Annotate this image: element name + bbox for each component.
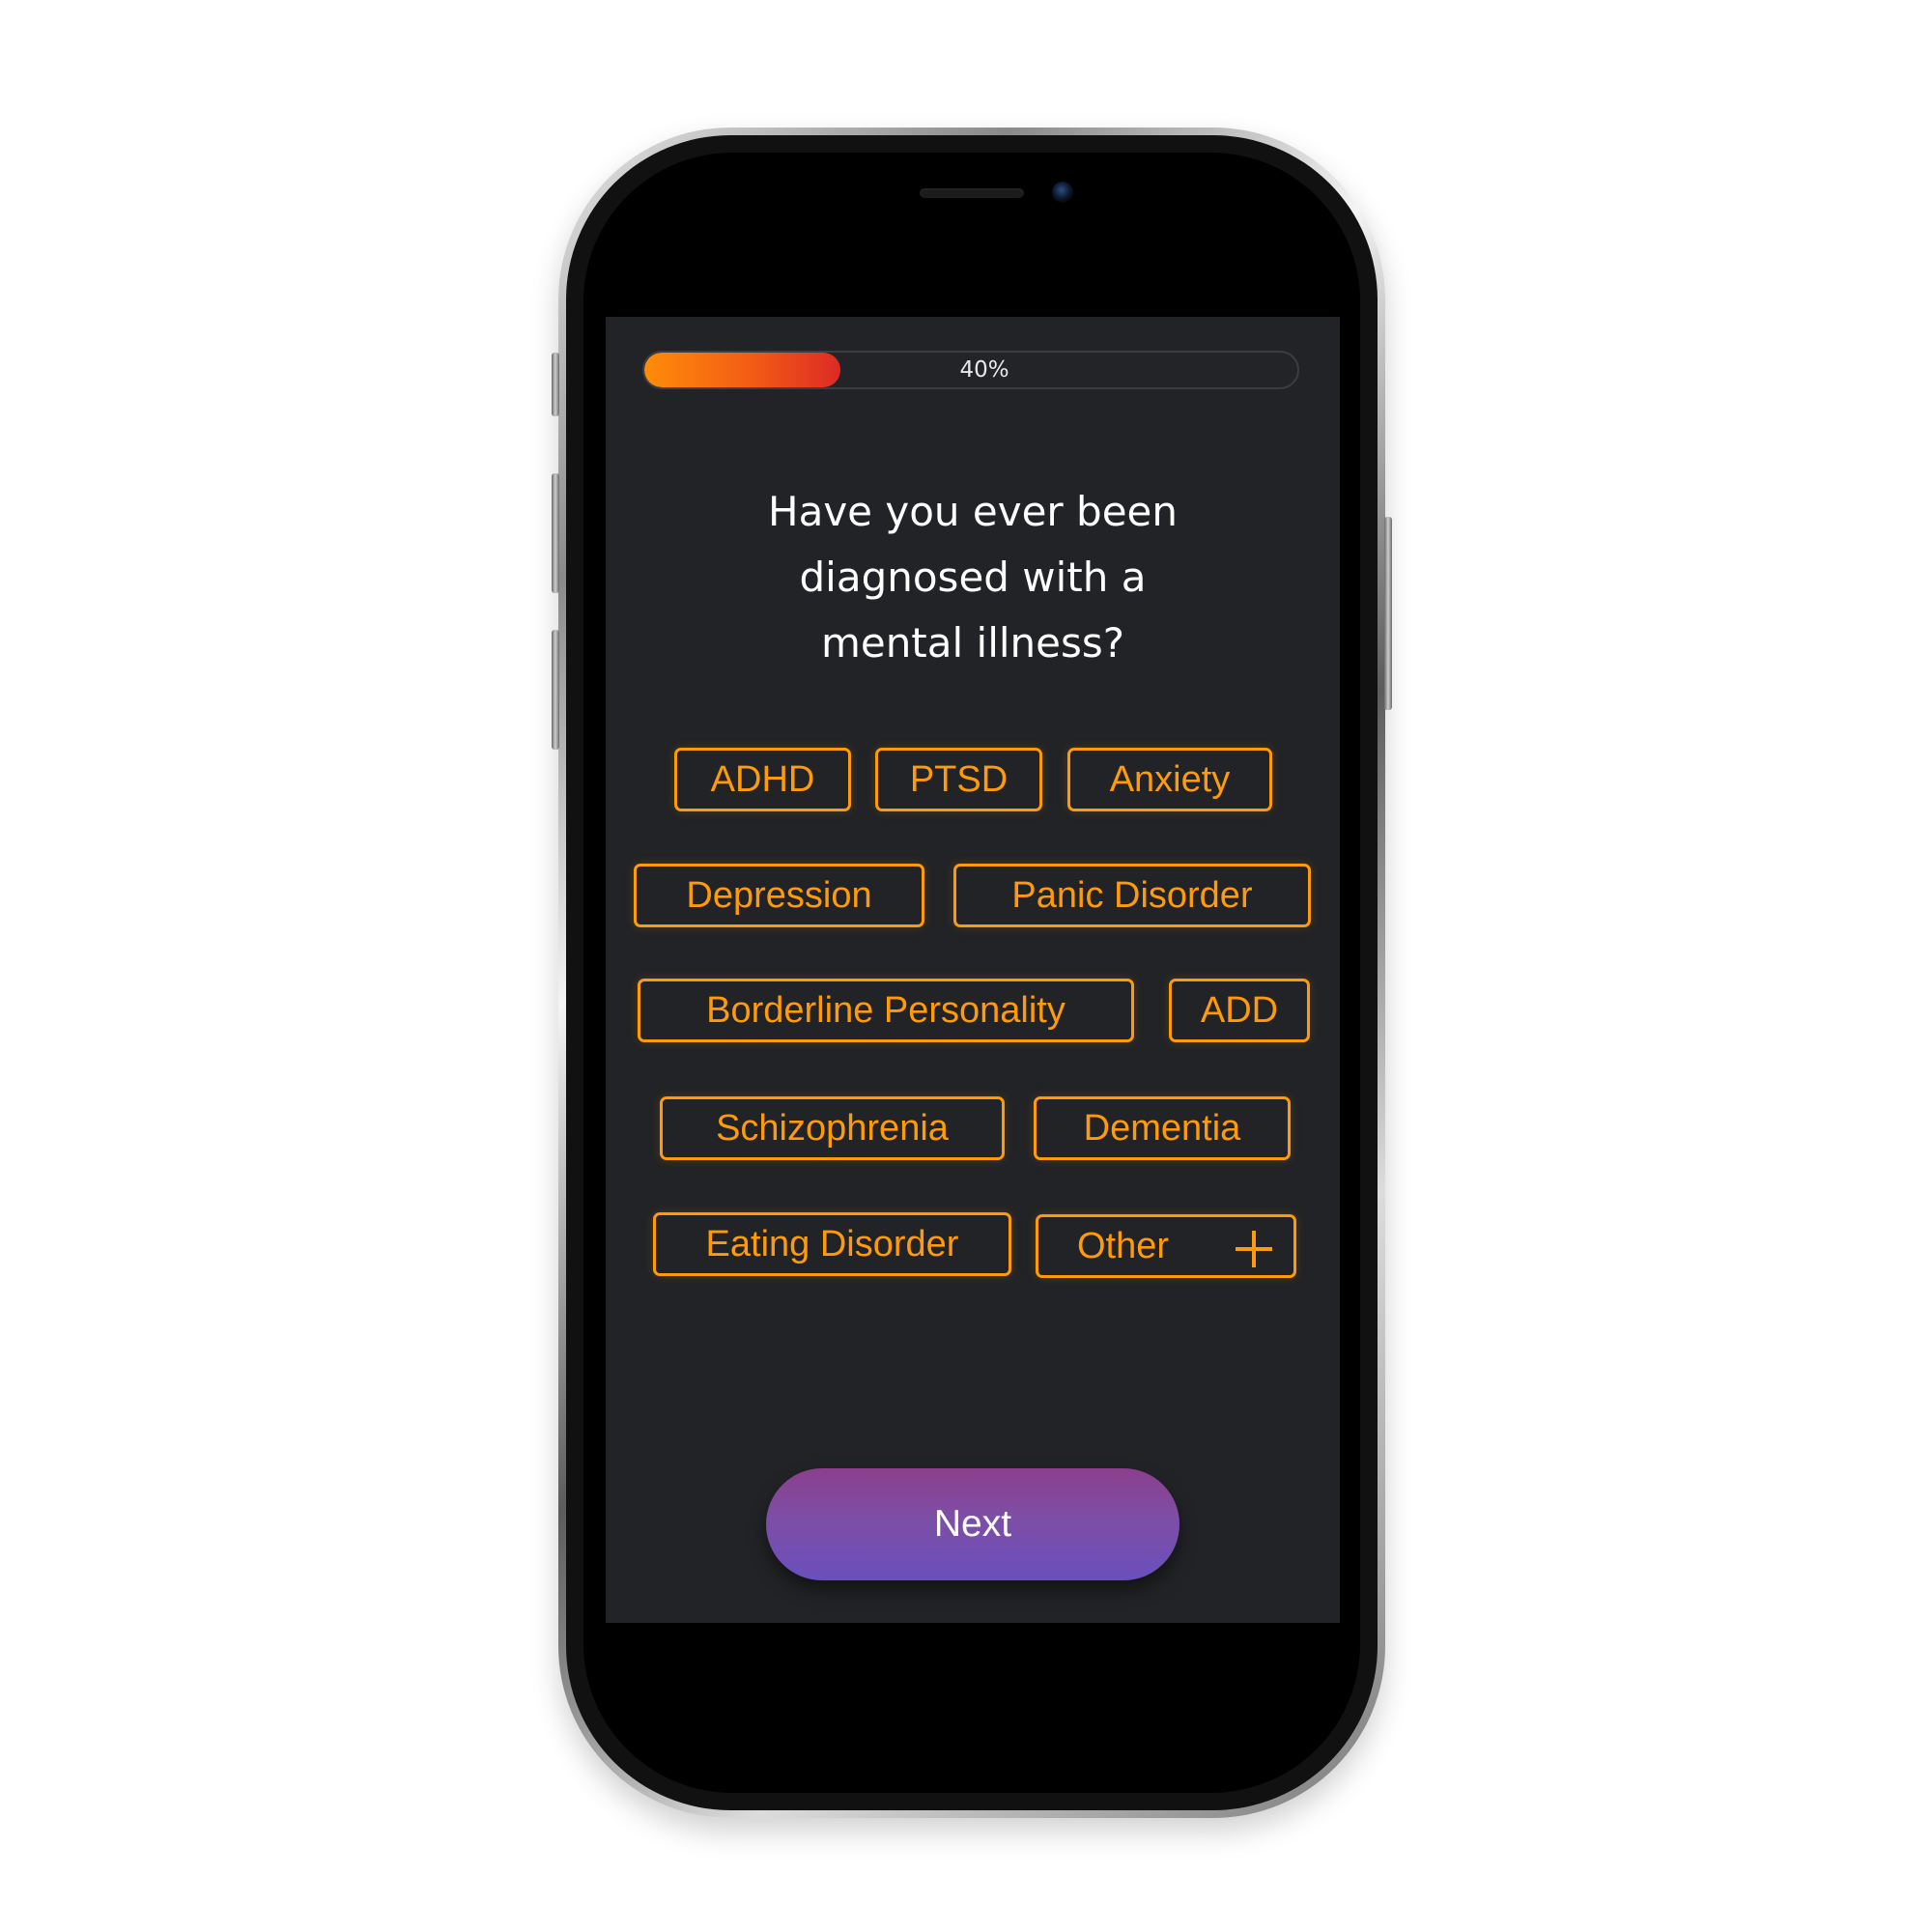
silent-switch: [552, 353, 559, 416]
question-line: Have you ever been: [768, 488, 1178, 535]
camera-icon: [1052, 182, 1073, 203]
option-adhd[interactable]: ADHD: [674, 748, 851, 811]
option-label: ADD: [1200, 990, 1279, 1031]
option-label: Anxiety: [1109, 759, 1231, 800]
option-eating-disorder[interactable]: Eating Disorder: [653, 1212, 1011, 1276]
option-dementia[interactable]: Dementia: [1034, 1096, 1291, 1160]
next-button[interactable]: Next: [766, 1468, 1179, 1580]
progress-bar: 40%: [642, 351, 1299, 389]
option-label: Dementia: [1083, 1108, 1241, 1149]
option-label: Other: [1077, 1226, 1170, 1266]
option-label: Panic Disorder: [1011, 875, 1253, 916]
earpiece-speaker: [920, 188, 1024, 198]
power-button: [1384, 517, 1392, 710]
option-label: Schizophrenia: [716, 1108, 949, 1149]
volume-down-button: [552, 630, 559, 750]
option-label: Eating Disorder: [705, 1224, 959, 1264]
plus-icon: [1236, 1231, 1272, 1267]
option-label: ADHD: [710, 759, 815, 800]
option-label: Depression: [686, 875, 872, 916]
question-heading: Have you ever been diagnosed with a ment…: [664, 479, 1282, 676]
option-borderline-personality[interactable]: Borderline Personality: [638, 979, 1134, 1042]
option-ptsd[interactable]: PTSD: [875, 748, 1042, 811]
option-panic-disorder[interactable]: Panic Disorder: [953, 864, 1311, 927]
option-add[interactable]: ADD: [1169, 979, 1310, 1042]
question-line: mental illness?: [820, 619, 1125, 667]
option-depression[interactable]: Depression: [634, 864, 924, 927]
question-line: diagnosed with a: [799, 554, 1147, 601]
volume-up-button: [552, 473, 559, 593]
option-other[interactable]: Other: [1036, 1214, 1296, 1278]
option-anxiety[interactable]: Anxiety: [1067, 748, 1272, 811]
option-label: Borderline Personality: [706, 990, 1065, 1031]
progress-percent-label: 40%: [959, 357, 1009, 383]
option-schizophrenia[interactable]: Schizophrenia: [660, 1096, 1005, 1160]
app-screen: 40% Have you ever been diagnosed with a …: [606, 317, 1340, 1623]
option-label: PTSD: [909, 759, 1009, 800]
